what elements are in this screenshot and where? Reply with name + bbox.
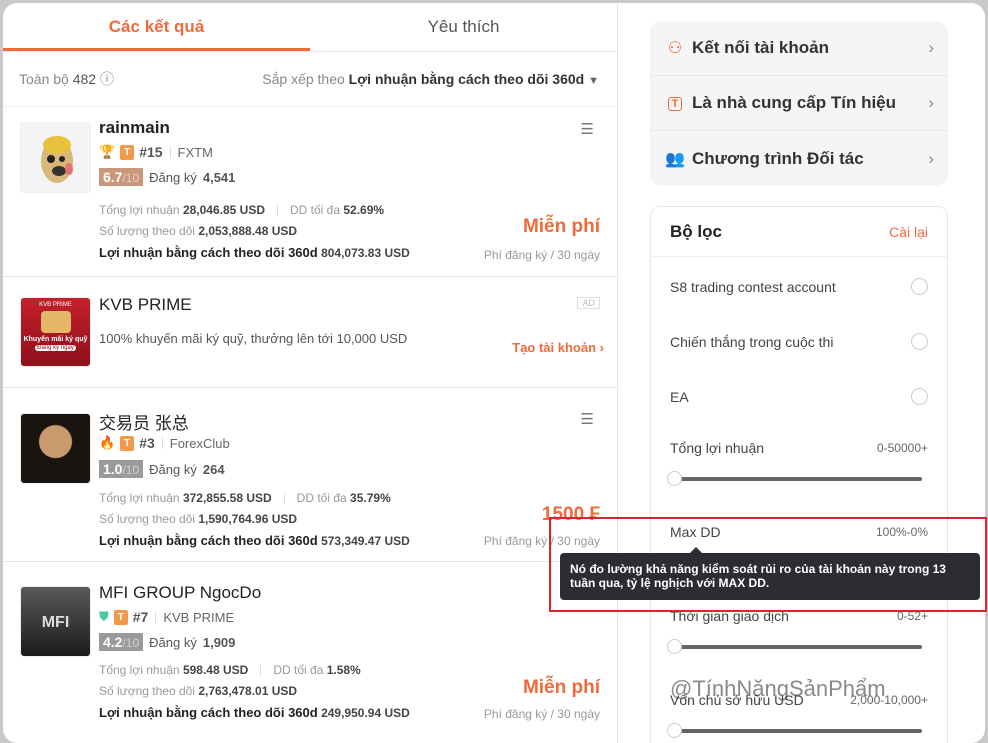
- t-badge-icon: T: [664, 94, 686, 112]
- total-label: Toàn bộ: [19, 71, 69, 87]
- subscriber-count: 4,541: [202, 169, 236, 185]
- trader-row[interactable]: rainmain ☰ 🏆 T #15 FXTM 6.7/10 Đăng ký 4,541 …: [3, 108, 618, 277]
- sort-label: Sắp xếp theo: [262, 71, 345, 87]
- menu-signal-provider[interactable]: T Là nhà cung cấp Tín hiệu ›: [650, 76, 948, 131]
- avatar[interactable]: [20, 122, 91, 193]
- broker: ForexClub: [169, 435, 230, 451]
- add-to-list-icon[interactable]: ☰: [581, 410, 594, 428]
- fire-icon: 🔥: [99, 435, 116, 450]
- slider-handle[interactable]: [667, 723, 682, 738]
- score-row: 6.7/10 Đăng ký 4,541: [99, 168, 235, 186]
- total-count: Toàn bộ 482 ⓘ: [19, 69, 114, 89]
- trader-meta: 🏆 T #15 FXTM: [99, 144, 213, 160]
- menu-partner-program[interactable]: 👥 Chương trình Đối tác ›: [650, 131, 948, 186]
- score-badge: 6.7/10: [99, 168, 144, 186]
- t-badge-icon: T: [120, 435, 135, 451]
- trader-row[interactable]: MFI MFI GROUP NgocDo ⛊ T #7 KVB PRIME 4.2/1…: [3, 562, 618, 742]
- score-badge: 4.2/10: [99, 633, 144, 651]
- results-panel: Các kết quả Yêu thích Toàn bộ 482 ⓘ Sắp …: [3, 3, 618, 743]
- ad-tag: AD: [577, 297, 600, 309]
- radio-button[interactable]: [911, 278, 928, 295]
- price: Miễn phí: [522, 677, 600, 698]
- partners-icon: 👥: [665, 150, 685, 168]
- t-badge-icon: T: [113, 609, 128, 625]
- tab-favorites[interactable]: Yêu thích: [310, 3, 617, 51]
- score-badge: 1.0/10: [99, 460, 144, 478]
- summary-bar: Toàn bộ 482 ⓘ Sắp xếp theo Lợi nhuận bằn…: [3, 52, 617, 107]
- fee-label: Phí đăng ký / 30 ngày: [483, 248, 600, 262]
- rank: #3: [139, 435, 155, 451]
- info-icon[interactable]: ⓘ: [100, 71, 114, 87]
- subscriber-count: 1,909: [202, 634, 236, 650]
- trader-name[interactable]: rainmain: [99, 118, 170, 138]
- sidebar-menu: ⚇ Kết nối tài khoản › T Là nhà cung cấp Tín…: [650, 21, 948, 186]
- rank: #15: [139, 144, 163, 160]
- ad-image[interactable]: KVB PRIME Khuyến mãi ký quỹ Đăng ký ngay: [20, 297, 91, 367]
- ad-title[interactable]: KVB PRIME: [99, 295, 192, 315]
- t-badge-icon: T: [120, 144, 135, 160]
- radio-button[interactable]: [911, 388, 928, 405]
- tab-bar: Các kết quả Yêu thích: [3, 3, 617, 52]
- score-row: 1.0/10 Đăng ký 264: [99, 460, 225, 478]
- rank: #7: [132, 609, 149, 625]
- sidebar: ⚇ Kết nối tài khoản › T Là nhà cung cấp Tín…: [619, 3, 985, 743]
- filter-ea[interactable]: EA: [670, 388, 928, 405]
- fee-label: Phí đăng ký / 30 ngày: [483, 707, 600, 721]
- trader-stats: Tổng lợi nhuận 372,855.58 USD DD tối đa 3…: [99, 491, 410, 548]
- price: Miễn phí: [522, 216, 600, 237]
- chevron-right-icon: ›: [928, 38, 934, 57]
- slider-handle[interactable]: [667, 639, 682, 654]
- filter-panel: Bộ lọc Cài lại S8 trading contest account…: [650, 206, 948, 743]
- caret-down-icon: ▼: [588, 75, 599, 87]
- create-account-link[interactable]: Tạo tài khoản ›: [512, 340, 604, 355]
- total-value: 482: [72, 71, 97, 87]
- sort-value: Lợi nhuận bằng cách theo dõi 360d: [348, 71, 585, 87]
- trader-meta: ⛊ T #7 KVB PRIME: [99, 609, 234, 625]
- filter-contest-winner[interactable]: Chiến thắng trong cuộc thi: [670, 333, 928, 350]
- trader-stats: Tổng lợi nhuận 598.48 USD DD tối đa 1.58%…: [99, 663, 410, 720]
- total-profit-slider[interactable]: [667, 471, 922, 486]
- shield-icon: ⛊: [99, 609, 109, 624]
- chevron-right-icon: ›: [928, 148, 934, 168]
- filter-title: Bộ lọc: [670, 221, 722, 241]
- filter-s8-contest[interactable]: S8 trading contest account: [670, 278, 928, 295]
- highlight-box: [549, 517, 987, 612]
- trader-meta: 🔥 T #3 ForexClub: [99, 435, 230, 451]
- watermark: @TínhNăngSảnPhẩm: [670, 676, 886, 701]
- sort-dropdown[interactable]: Sắp xếp theo Lợi nhuận bằng cách theo dõ…: [262, 71, 599, 87]
- broker: FXTM: [177, 144, 213, 160]
- filter-total-profit: Tổng lợi nhuận 0-50000+: [670, 440, 928, 456]
- app-window: Các kết quả Yêu thích Toàn bộ 482 ⓘ Sắp …: [3, 3, 985, 743]
- avatar[interactable]: [20, 413, 91, 484]
- equity-slider[interactable]: [667, 723, 922, 738]
- radio-button[interactable]: [911, 333, 928, 350]
- avatar[interactable]: MFI: [20, 586, 91, 657]
- ad-text: 100% khuyến mãi ký quỹ, thưởng lên tới 1…: [99, 331, 408, 346]
- broker: KVB PRIME: [163, 609, 235, 625]
- ad-row[interactable]: KVB PRIME Khuyến mãi ký quỹ Đăng ký ngay…: [3, 277, 618, 388]
- trading-time-slider[interactable]: [667, 639, 922, 654]
- add-to-list-icon[interactable]: ☰: [581, 120, 594, 138]
- score-row: 4.2/10 Đăng ký 1,909: [99, 633, 235, 651]
- menu-connect-account[interactable]: ⚇ Kết nối tài khoản ›: [650, 21, 948, 76]
- subscriber-count: 264: [202, 461, 225, 477]
- trader-name[interactable]: 交易员 张总: [99, 409, 189, 434]
- trader-name[interactable]: MFI GROUP NgocDo: [99, 583, 261, 603]
- trophy-icon: 🏆: [99, 144, 116, 159]
- slider-handle[interactable]: [667, 471, 682, 486]
- tab-results[interactable]: Các kết quả: [3, 3, 310, 51]
- trader-row[interactable]: 交易员 张总 ☰ 🔥 T #3 ForexClub 1.0/10 Đăng ký 264 …: [3, 388, 618, 562]
- chevron-right-icon: ›: [928, 93, 934, 112]
- user-plus-icon: ⚇: [667, 40, 683, 57]
- trader-stats: Tổng lợi nhuận 28,046.85 USD DD tối đa 52…: [99, 203, 410, 260]
- reset-button[interactable]: Cài lại: [889, 224, 928, 240]
